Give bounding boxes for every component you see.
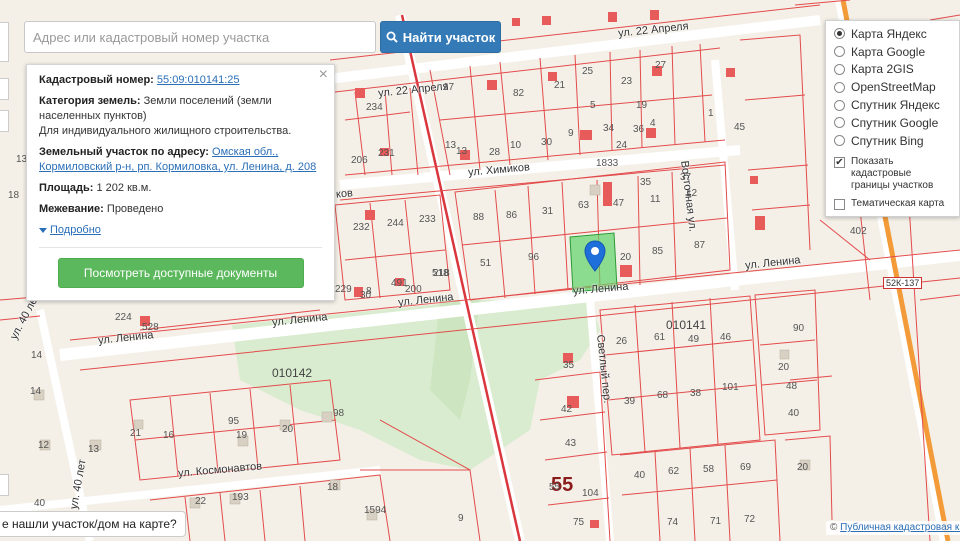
address-label: Земельный участок по адресу: xyxy=(39,146,209,158)
land-category-row: Категория земель: Земли поселений (земли… xyxy=(39,94,322,139)
address-row: Земельный участок по адресу: Омская обл.… xyxy=(39,145,322,175)
thematic-map-label: Тематическая карта xyxy=(851,197,945,209)
layer-option[interactable]: OpenStreetMap xyxy=(834,78,951,96)
not-found-help-button[interactable]: е нашли участок/дом на карте? xyxy=(0,511,186,537)
layer-option[interactable]: Спутник Bing xyxy=(834,132,951,150)
details-toggle[interactable]: Подробно xyxy=(39,223,322,238)
map-control-button[interactable] xyxy=(0,474,9,496)
show-borders-toggle[interactable]: ✔ Показать кадастровые границы участков xyxy=(834,156,951,192)
layer-option[interactable]: Спутник Google xyxy=(834,114,951,132)
search-bar: Найти участок xyxy=(24,21,501,53)
street-label-chemists-partial: ков xyxy=(335,187,354,201)
public-cadastral-map-link[interactable]: Публичная кадастровая карта xyxy=(840,522,960,533)
layer-radio[interactable] xyxy=(834,81,845,93)
cadastral-number-label: Кадастровый номер: xyxy=(39,74,154,86)
layer-option[interactable]: Карта Google xyxy=(834,43,951,61)
area-value: 1 202 кв.м. xyxy=(96,182,152,194)
layer-radio[interactable] xyxy=(834,46,845,58)
layer-option-label: Спутник Bing xyxy=(851,133,924,148)
view-documents-button[interactable]: Посмотреть доступные документы xyxy=(57,258,304,288)
survey-value: Проведено xyxy=(106,203,164,215)
chevron-down-icon xyxy=(39,228,47,233)
zoom-control[interactable] xyxy=(0,22,9,62)
base-layer-options: Карта Яндекс Карта Google Карта 2GIS OpenSt… xyxy=(834,25,951,150)
thematic-map-checkbox[interactable] xyxy=(834,198,845,210)
thematic-map-toggle[interactable]: Тематическая карта xyxy=(834,198,951,210)
map-control-button[interactable] xyxy=(0,110,9,132)
layer-option-label: Карта 2GIS xyxy=(851,62,914,77)
land-purpose-value: Для индивидуального жилищного строительс… xyxy=(39,125,292,137)
location-pin-icon[interactable] xyxy=(584,240,606,272)
copyright-symbol: © xyxy=(830,522,838,533)
layer-option-label: Спутник Google xyxy=(851,115,939,130)
area-label: Площадь: xyxy=(39,182,94,194)
map-attribution: © Публичная кадастровая карта xyxy=(826,521,960,535)
layer-radio[interactable] xyxy=(834,117,845,129)
layer-radio[interactable] xyxy=(834,99,845,111)
layer-radio[interactable] xyxy=(834,28,845,40)
layer-option-label: Карта Яндекс xyxy=(851,26,927,41)
map-control-button[interactable] xyxy=(0,78,9,100)
area-row: Площадь: 1 202 кв.м. xyxy=(39,181,322,196)
cadastral-number-link[interactable]: 55:09:010141:25 xyxy=(157,74,240,86)
map-layers-panel: Карта Яндекс Карта Google Карта 2GIS OpenSt… xyxy=(825,20,960,217)
layer-option[interactable]: Спутник Яндекс xyxy=(834,96,951,114)
layer-option-label: OpenStreetMap xyxy=(851,80,936,95)
survey-row: Межевание: Проведено xyxy=(39,202,322,217)
close-icon[interactable]: × xyxy=(319,67,328,83)
plot-info-panel: × Кадастровый номер: 55:09:010141:25 Кат… xyxy=(26,64,335,301)
find-plot-button[interactable]: Найти участок xyxy=(380,21,501,53)
land-category-label: Категория земель: xyxy=(39,95,141,107)
layer-radio[interactable] xyxy=(834,63,845,75)
cadastral-number-row: Кадастровый номер: 55:09:010141:25 xyxy=(39,73,322,88)
search-input[interactable] xyxy=(24,21,376,53)
layer-option[interactable]: Карта 2GIS xyxy=(834,61,951,79)
find-plot-button-label: Найти участок xyxy=(402,29,496,45)
show-borders-checkbox[interactable]: ✔ xyxy=(834,156,845,168)
survey-label: Межевание: xyxy=(39,203,104,215)
layer-radio[interactable] xyxy=(834,135,845,147)
search-icon xyxy=(386,31,398,43)
layer-option[interactable]: Карта Яндекс xyxy=(834,25,951,43)
layer-option-label: Спутник Яндекс xyxy=(851,98,940,113)
road-number-badge: 52К-137 xyxy=(883,277,923,289)
details-toggle-label: Подробно xyxy=(50,224,101,236)
divider xyxy=(39,247,322,248)
show-borders-label: Показать кадастровые границы участков xyxy=(851,155,934,191)
layer-option-label: Карта Google xyxy=(851,44,926,59)
